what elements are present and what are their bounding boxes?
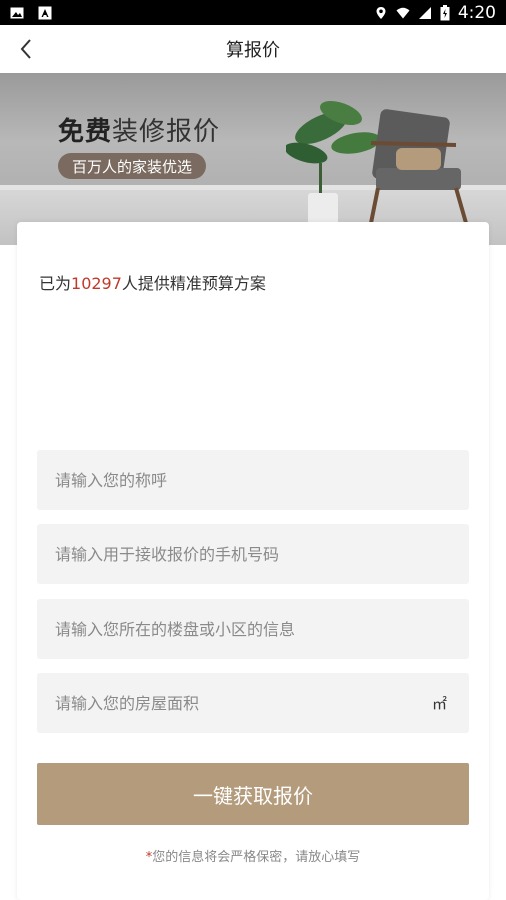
promo-banner: 免费装修报价 百万人的家装优选 [0, 73, 506, 245]
tagline-suffix: 人提供精准预算方案 [121, 274, 266, 293]
banner-heading-strong: 免费 [58, 117, 113, 147]
status-left [10, 6, 52, 20]
get-quote-button[interactable]: 一键获取报价 [37, 763, 469, 825]
name-field [37, 450, 469, 510]
phone-input[interactable] [37, 524, 469, 584]
image-icon [10, 7, 24, 18]
privacy-text: 您的信息将会严格保密，请放心填写 [152, 850, 361, 865]
signal-icon [418, 6, 431, 19]
back-button[interactable] [12, 35, 40, 63]
banner-pill: 百万人的家装优选 [58, 153, 207, 179]
wifi-icon [396, 7, 410, 18]
page-title: 算报价 [226, 40, 280, 61]
served-count: 10297 [71, 274, 122, 293]
app-header: 算报价 [0, 25, 506, 73]
quote-form-card: 已为10297人提供精准预算方案 ㎡ 一键获取报价 *您的信息将会严格保密，请放… [17, 222, 489, 900]
area-unit: ㎡ [431, 695, 447, 713]
community-input[interactable] [37, 599, 469, 659]
chevron-left-icon [20, 39, 31, 59]
battery-icon [440, 4, 450, 20]
area-input[interactable] [37, 673, 469, 733]
tagline-prefix: 已为 [39, 274, 72, 293]
text-icon [38, 6, 52, 19]
banner-heading: 免费装修报价 [58, 111, 220, 148]
location-icon [376, 6, 386, 19]
status-bar: 4:20 [0, 0, 506, 25]
name-input[interactable] [37, 450, 469, 510]
banner-heading-rest: 装修报价 [112, 117, 221, 147]
status-right: 4:20 [374, 3, 496, 23]
area-field: ㎡ [37, 673, 469, 733]
community-field [37, 599, 469, 659]
chair-plant-illustration [286, 100, 468, 229]
privacy-note: *您的信息将会严格保密，请放心填写 [17, 846, 489, 865]
tagline: 已为10297人提供精准预算方案 [39, 270, 266, 294]
phone-field [37, 524, 469, 584]
status-time: 4:20 [457, 2, 496, 23]
